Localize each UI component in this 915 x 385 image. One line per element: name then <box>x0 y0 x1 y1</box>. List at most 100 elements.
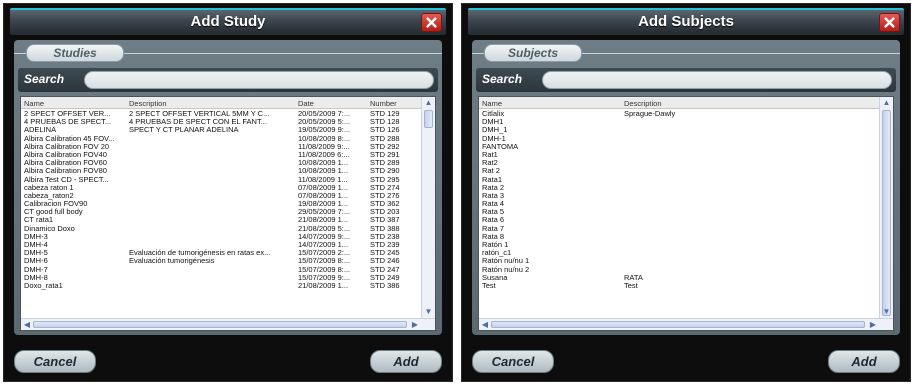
table-row[interactable]: DMH1 <box>479 118 879 126</box>
chevron-right-icon[interactable]: ▶ <box>867 319 879 330</box>
cell-name: DMH-8 <box>24 273 48 282</box>
cell-name: DMH1 <box>482 118 504 127</box>
subjects-list: Name Description Citlalix Sprague-Dawly DM… <box>478 96 894 331</box>
cancel-button[interactable]: Cancel <box>14 350 96 373</box>
cell-name: Rat2 <box>482 159 498 168</box>
add-subjects-dialog: Add Subjects Subjects Search Name Descri… <box>461 3 911 382</box>
table-row[interactable]: Rata 7 <box>479 225 879 233</box>
table-row[interactable]: DMH_1 <box>479 126 879 134</box>
chevron-up-icon[interactable]: ▲ <box>422 97 435 109</box>
table-row[interactable]: Test Test <box>479 282 879 290</box>
table-row[interactable]: Ratón nu/nu 2 <box>479 266 879 274</box>
search-input[interactable] <box>84 71 434 89</box>
cell-number: STD 249 <box>370 273 400 282</box>
table-row[interactable]: Rata1 <box>479 176 879 184</box>
table-row[interactable]: Dinamico Doxo 21/08/2009 5:... STD 388 <box>21 225 421 233</box>
table-row[interactable]: Rat 2 <box>479 167 879 175</box>
cell-number: STD 291 <box>370 150 400 159</box>
search-input[interactable] <box>542 71 892 89</box>
table-row[interactable]: Susana RATA <box>479 274 879 282</box>
table-row[interactable]: Albira Calibration FOV60 10/08/2009 1... S… <box>21 159 421 167</box>
table-row[interactable]: Albira Calibration FOV40 11/08/2009 6:...… <box>21 151 421 159</box>
cell-date: 07/08/2009 1... <box>298 183 349 192</box>
table-row[interactable]: Rata 5 <box>479 208 879 216</box>
cell-name: Albira Calibration FOV40 <box>24 150 107 159</box>
cell-name: Rata 3 <box>482 191 505 200</box>
table-row[interactable]: Rata 2 <box>479 184 879 192</box>
table-row[interactable]: DMH-6 Evaluación tumorigénesis 15/07/2009 … <box>21 257 421 265</box>
cell-name: Rata 2 <box>482 183 505 192</box>
horizontal-scroll-thumb[interactable] <box>33 321 407 328</box>
table-row[interactable]: ratón_c1 <box>479 249 879 257</box>
table-row[interactable]: DMH-3 14/07/2009 9:... STD 238 <box>21 233 421 241</box>
vertical-scrollbar[interactable]: ▲ ▼ <box>879 97 893 318</box>
list-header: Name Description <box>479 97 879 109</box>
horizontal-scrollbar[interactable]: ◀ ▶ <box>479 318 893 330</box>
table-row[interactable]: Calibracion FOV90 19/08/2009 1... STD 362 <box>21 200 421 208</box>
cell-name: Susana <box>482 273 508 282</box>
cell-date: 21/08/2009 1... <box>298 281 349 290</box>
cell-name: Dinamico Doxo <box>24 224 75 233</box>
column-header-name[interactable]: Name <box>482 99 502 108</box>
cell-description: Test <box>624 281 638 290</box>
cell-date: 19/08/2009 1... <box>298 200 349 209</box>
table-row[interactable]: Albira Calibration FOV 20 11/08/2009 9:..… <box>21 143 421 151</box>
table-row[interactable]: cabeza_raton2 07/08/2009 1... STD 276 <box>21 192 421 200</box>
table-row[interactable]: 4 PRUEBAS DE SPECT... 4 PRUEBAS DE SPECT … <box>21 118 421 126</box>
table-row[interactable]: DMH-8 15/07/2009 9:... STD 249 <box>21 274 421 282</box>
add-button[interactable]: Add <box>828 350 900 373</box>
table-row[interactable]: Rat2 <box>479 159 879 167</box>
table-row[interactable]: 2 SPECT OFFSET VER... 2 SPECT OFFSET VERT… <box>21 110 421 118</box>
column-header-date[interactable]: Date <box>298 99 314 108</box>
table-row[interactable]: Doxo_rata1 21/08/2009 1... STD 386 <box>21 282 421 290</box>
table-row[interactable]: CT good full body 29/05/2009 7:... STD 203 <box>21 208 421 216</box>
table-row[interactable]: Albira Calibration FOV80 10/08/2009 1... S… <box>21 167 421 175</box>
table-row[interactable]: CT rata1 21/08/2009 1... STD 387 <box>21 216 421 224</box>
chevron-up-icon[interactable]: ▲ <box>880 97 893 109</box>
table-row[interactable]: Rata 4 <box>479 200 879 208</box>
cancel-button[interactable]: Cancel <box>472 350 554 373</box>
cell-number: STD 239 <box>370 241 400 249</box>
chevron-left-icon[interactable]: ◀ <box>21 319 33 330</box>
table-row[interactable]: DMH-4 14/07/2009 1... STD 239 <box>21 241 421 249</box>
cell-name: Ratón 1 <box>482 241 509 249</box>
cell-name: DMH-1 <box>482 134 506 143</box>
column-header-number[interactable]: Number <box>370 99 397 108</box>
table-row[interactable]: Albira Test CD - SPECT... 11/08/2009 1...… <box>21 176 421 184</box>
table-row[interactable]: cabeza raton 1 07/08/2009 1... STD 274 <box>21 184 421 192</box>
cell-description: SPECT Y CT PLANAR ADELINA <box>129 126 239 135</box>
column-header-description[interactable]: Description <box>624 99 662 108</box>
table-row[interactable]: Rata 6 <box>479 216 879 224</box>
cell-number: STD 362 <box>370 200 400 209</box>
close-button[interactable] <box>421 13 442 32</box>
add-button[interactable]: Add <box>370 350 442 373</box>
vertical-scrollbar[interactable]: ▲ ▼ <box>421 97 435 318</box>
table-row[interactable]: Ratón nu/nu 1 <box>479 257 879 265</box>
scroll-thumb[interactable] <box>424 110 433 128</box>
table-row[interactable]: Albira Calibration 45 FOV... 10/08/2009 8… <box>21 135 421 143</box>
table-row[interactable]: Ratón 1 <box>479 241 879 249</box>
horizontal-scrollbar[interactable]: ◀ ▶ <box>21 318 435 330</box>
chevron-down-icon[interactable]: ▼ <box>880 306 893 318</box>
cell-name: Calibracion FOV90 <box>24 200 88 209</box>
cell-name: Rata 7 <box>482 224 505 233</box>
table-row[interactable]: Rata 3 <box>479 192 879 200</box>
horizontal-scroll-thumb[interactable] <box>491 321 865 328</box>
cell-date: 15/07/2009 8:... <box>298 257 351 266</box>
chevron-right-icon[interactable]: ▶ <box>409 319 421 330</box>
table-row[interactable]: Citlalix Sprague-Dawly <box>479 110 879 118</box>
close-button[interactable] <box>879 13 900 32</box>
cell-number: STD 292 <box>370 142 400 151</box>
scroll-thumb[interactable] <box>882 110 891 316</box>
column-header-name[interactable]: Name <box>24 99 44 108</box>
chevron-down-icon[interactable]: ▼ <box>422 306 435 318</box>
table-row[interactable]: Rata 8 <box>479 233 879 241</box>
chevron-left-icon[interactable]: ◀ <box>479 319 491 330</box>
table-row[interactable]: Rat1 <box>479 151 879 159</box>
table-row[interactable]: ADELINA SPECT Y CT PLANAR ADELINA 19/05/20… <box>21 126 421 134</box>
table-row[interactable]: DMH-1 <box>479 135 879 143</box>
table-row[interactable]: FANTOMA <box>479 143 879 151</box>
column-header-description[interactable]: Description <box>129 99 167 108</box>
table-row[interactable]: DMH-5 Evaluación de tumorigénesis en rata… <box>21 249 421 257</box>
table-row[interactable]: DMH-7 15/07/2009 8:... STD 247 <box>21 266 421 274</box>
